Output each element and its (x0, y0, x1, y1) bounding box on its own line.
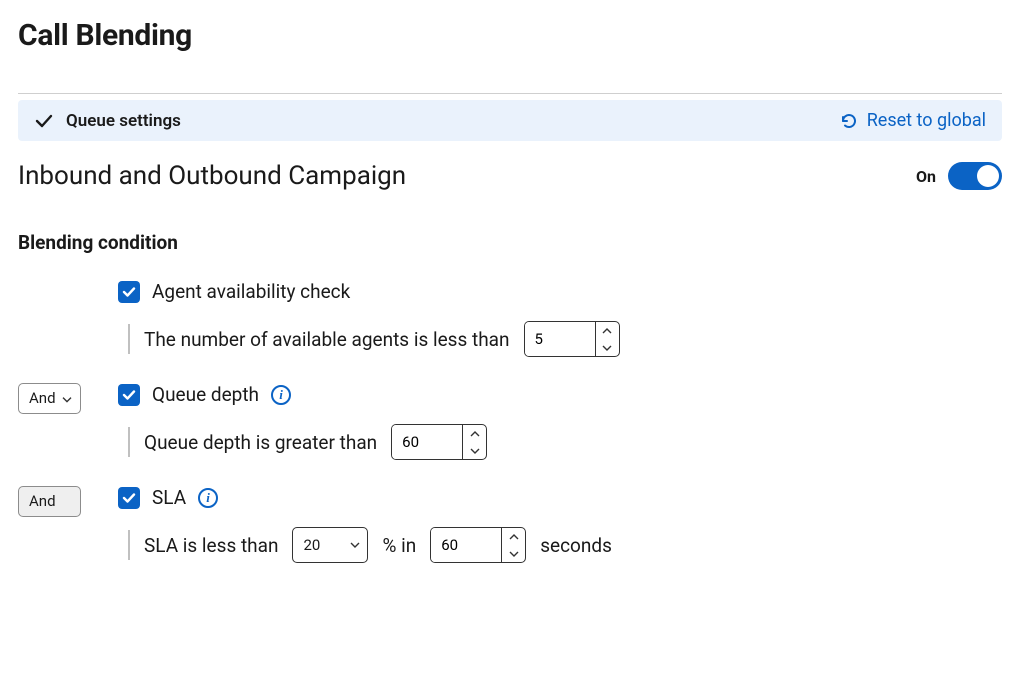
sla-seconds-input[interactable] (430, 527, 526, 563)
chevron-down-icon[interactable] (343, 528, 367, 562)
campaign-row: Inbound and Outbound Campaign On (18, 161, 1002, 191)
reset-to-global-label: Reset to global (867, 110, 986, 131)
chevron-down-icon (62, 396, 72, 402)
condition-detail-text: SLA is less than (144, 534, 278, 557)
indent-bar (128, 427, 130, 457)
sla-checkbox[interactable] (118, 487, 140, 509)
queue-settings-label: Queue settings (66, 111, 181, 131)
condition-row: And Queue depth i Queue depth is greater… (18, 383, 1002, 460)
sla-seconds-field[interactable] (431, 528, 501, 562)
condition-detail-text: The number of available agents is less t… (144, 328, 510, 351)
reset-icon (839, 111, 859, 131)
sla-percent-select[interactable]: 20 (292, 527, 368, 563)
step-down-icon[interactable] (463, 442, 486, 459)
step-up-icon[interactable] (502, 528, 525, 545)
operator-value: And (29, 391, 56, 406)
condition-row: Agent availability check The number of a… (18, 280, 1002, 357)
sla-suffix-text: seconds (540, 534, 612, 557)
operator-select[interactable]: And (18, 486, 81, 517)
agents-less-than-input[interactable] (524, 321, 620, 357)
queue-settings-bar: Queue settings Reset to global (18, 100, 1002, 141)
toggle-label: On (916, 167, 936, 186)
queue-depth-field[interactable] (392, 425, 462, 459)
campaign-toggle[interactable] (948, 162, 1002, 190)
check-icon (34, 111, 54, 131)
step-up-icon[interactable] (596, 322, 619, 339)
step-down-icon[interactable] (596, 339, 619, 356)
indent-bar (128, 324, 130, 354)
condition-row: And SLA i SLA is less than 20 % in (18, 486, 1002, 563)
number-stepper[interactable] (462, 425, 486, 459)
info-icon[interactable]: i (271, 385, 291, 405)
condition-label: Queue depth (152, 383, 259, 406)
blending-condition-label: Blending condition (18, 231, 1002, 254)
step-up-icon[interactable] (463, 425, 486, 442)
indent-bar (128, 530, 130, 560)
condition-label: SLA (152, 486, 186, 509)
number-stepper[interactable] (595, 322, 619, 356)
agent-availability-checkbox[interactable] (118, 281, 140, 303)
page-title: Call Blending (18, 18, 1002, 53)
reset-to-global-link[interactable]: Reset to global (839, 110, 986, 131)
agents-value-field[interactable] (525, 322, 595, 356)
sla-mid-text: % in (382, 534, 416, 557)
step-down-icon[interactable] (502, 545, 525, 562)
condition-detail-text: Queue depth is greater than (144, 431, 377, 454)
number-stepper[interactable] (501, 528, 525, 562)
operator-value: And (29, 494, 56, 509)
condition-label: Agent availability check (152, 280, 350, 303)
sla-percent-value: 20 (293, 528, 343, 562)
queue-depth-checkbox[interactable] (118, 384, 140, 406)
divider (18, 93, 1002, 94)
queue-depth-input[interactable] (391, 424, 487, 460)
toggle-knob (977, 165, 999, 187)
operator-select[interactable]: And (18, 383, 81, 414)
info-icon[interactable]: i (198, 488, 218, 508)
campaign-title: Inbound and Outbound Campaign (18, 161, 406, 191)
